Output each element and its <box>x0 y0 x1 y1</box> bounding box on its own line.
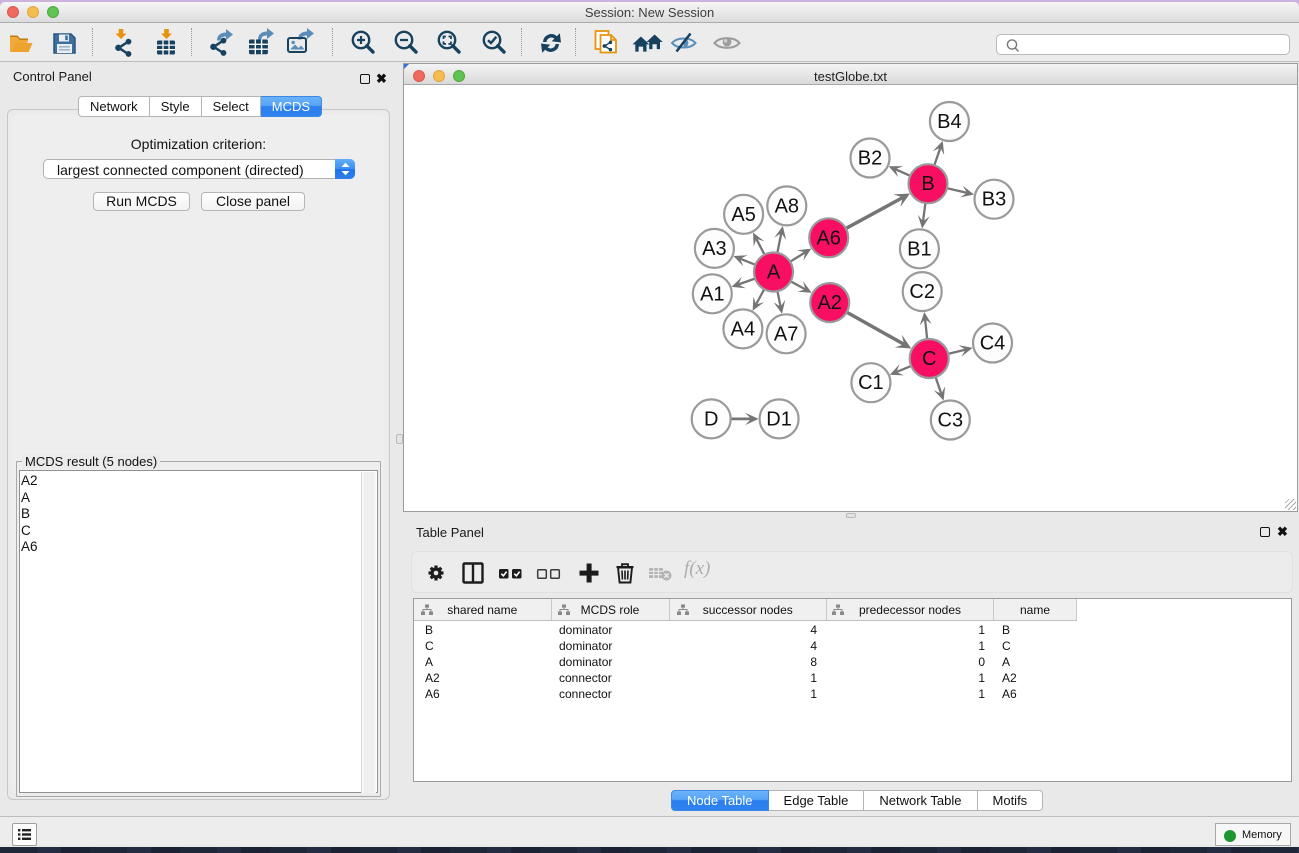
svg-text:B2: B2 <box>858 148 882 170</box>
svg-text:D: D <box>704 408 718 430</box>
svg-text:D1: D1 <box>766 408 792 430</box>
svg-text:B3: B3 <box>982 189 1006 211</box>
svg-text:B1: B1 <box>907 238 931 260</box>
svg-text:C3: C3 <box>938 410 964 432</box>
svg-text:A6: A6 <box>816 227 840 249</box>
svg-text:C: C <box>922 348 936 370</box>
svg-text:B: B <box>921 173 934 195</box>
svg-text:A4: A4 <box>731 318 755 340</box>
svg-text:A8: A8 <box>775 195 799 217</box>
svg-text:A2: A2 <box>817 292 841 314</box>
svg-text:C2: C2 <box>909 281 935 303</box>
svg-text:C4: C4 <box>980 333 1006 355</box>
svg-text:C1: C1 <box>858 372 884 394</box>
svg-text:A1: A1 <box>700 283 724 305</box>
svg-text:B4: B4 <box>937 111 961 133</box>
svg-text:A5: A5 <box>731 204 755 226</box>
svg-text:A: A <box>767 262 781 284</box>
svg-text:A3: A3 <box>702 238 726 260</box>
svg-text:A7: A7 <box>774 323 798 345</box>
